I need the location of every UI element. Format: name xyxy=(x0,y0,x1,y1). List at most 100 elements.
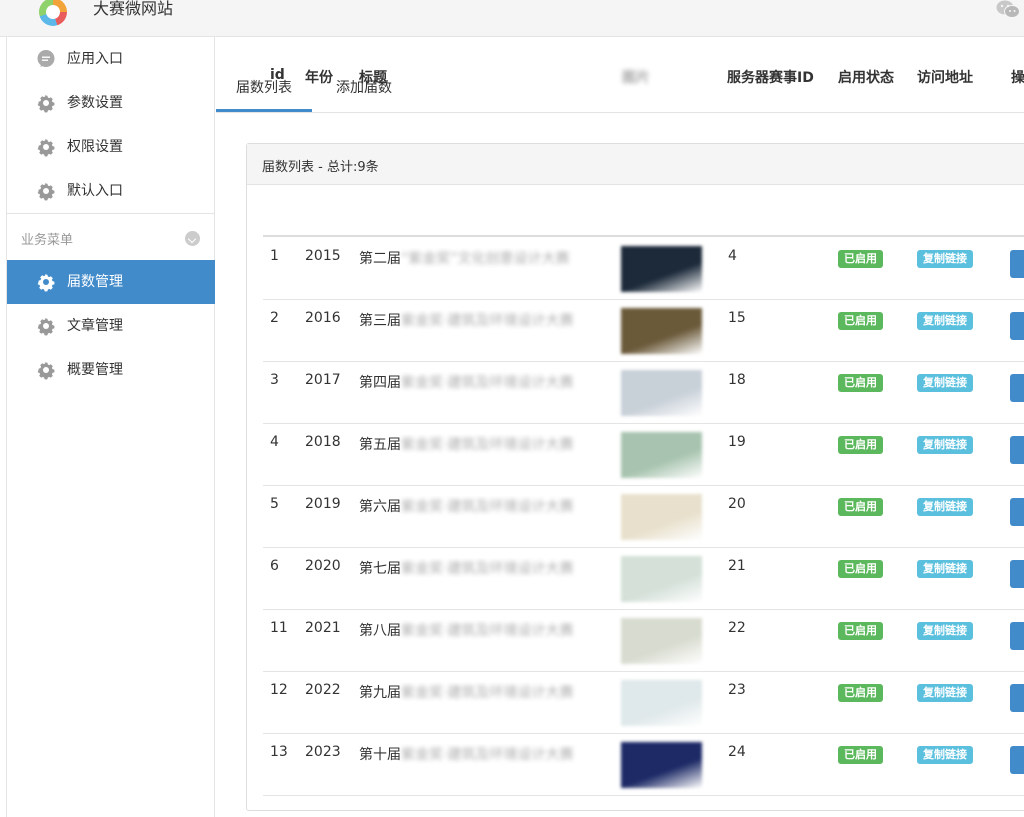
col-header-title: 标题 xyxy=(359,70,387,86)
cell-image[interactable] xyxy=(621,556,702,602)
copy-link-button[interactable]: 复制链接 xyxy=(917,560,973,578)
action-button[interactable] xyxy=(1010,312,1024,340)
col-header-id: id xyxy=(270,67,285,83)
copy-link-button[interactable]: 复制链接 xyxy=(917,312,973,330)
panel-header: 届数列表 - 总计:9条 xyxy=(247,144,1024,185)
table-row: 5 2019 第六届紫金奖·建筑及环境设计大赛 20 已启用 复制链接 xyxy=(263,486,1024,548)
cell-image[interactable] xyxy=(621,494,702,540)
cell-image[interactable] xyxy=(621,742,702,788)
cell-server-id: 20 xyxy=(728,496,746,512)
table-row: 6 2020 第七届紫金奖·建筑及环境设计大赛 21 已启用 复制链接 xyxy=(263,548,1024,610)
col-header-status: 启用状态 xyxy=(838,70,894,86)
cell-image[interactable] xyxy=(621,370,702,416)
action-button[interactable] xyxy=(1010,746,1024,774)
status-badge: 已启用 xyxy=(838,746,883,764)
copy-link-button[interactable]: 复制链接 xyxy=(917,436,973,454)
cell-image[interactable] xyxy=(621,432,702,478)
cell-year: 2016 xyxy=(305,310,341,326)
cell-title: 第十届紫金奖·建筑及环境设计大赛 xyxy=(359,744,604,764)
cell-image[interactable] xyxy=(621,618,702,664)
cell-image[interactable] xyxy=(621,246,702,292)
action-button[interactable] xyxy=(1010,498,1024,526)
cell-server-id: 24 xyxy=(728,744,746,760)
table-row: 3 2017 第四届紫金奖·建筑及环境设计大赛 18 已启用 复制链接 xyxy=(263,362,1024,424)
title-rest: 紫金奖·建筑及环境设计大赛 xyxy=(401,375,574,391)
cell-server-id: 4 xyxy=(728,248,737,264)
header-divider xyxy=(263,235,1024,237)
table-row: 4 2018 第五届紫金奖·建筑及环境设计大赛 19 已启用 复制链接 xyxy=(263,424,1024,486)
app-title: 大赛微网站 xyxy=(93,0,174,18)
title-rest: “紫金奖”文化创意设计大赛 xyxy=(401,251,570,267)
status-badge: 已启用 xyxy=(838,312,883,330)
cell-id: 3 xyxy=(270,372,279,388)
sidebar-item-label: 届数管理 xyxy=(67,274,123,290)
copy-link-button[interactable]: 复制链接 xyxy=(917,622,973,640)
title-rest: 紫金奖·建筑及环境设计大赛 xyxy=(401,685,574,701)
gear-icon xyxy=(36,316,56,336)
cell-title: 第五届紫金奖·建筑及环境设计大赛 xyxy=(359,434,604,454)
gear-icon xyxy=(36,93,56,113)
cell-title: 第九届紫金奖·建筑及环境设计大赛 xyxy=(359,682,604,702)
sidebar-item-biz_items-1[interactable]: 文章管理 xyxy=(7,304,215,348)
tab-bar: 届数列表 添加届数 xyxy=(216,70,1024,113)
title-prefix: 第九届 xyxy=(359,685,401,701)
cell-server-id: 23 xyxy=(728,682,746,698)
status-badge: 已启用 xyxy=(838,684,883,702)
cell-year: 2015 xyxy=(305,248,341,264)
cell-server-id: 19 xyxy=(728,434,746,450)
status-badge: 已启用 xyxy=(838,436,883,454)
title-prefix: 第七届 xyxy=(359,561,401,577)
cell-year: 2023 xyxy=(305,744,341,760)
copy-link-button[interactable]: 复制链接 xyxy=(917,374,973,392)
sidebar-item-biz_items-2[interactable]: 概要管理 xyxy=(7,348,215,392)
sidebar-item-items-3[interactable]: 默认入口 xyxy=(7,169,215,213)
sidebar-item-label: 文章管理 xyxy=(67,318,123,334)
sidebar-item-label: 概要管理 xyxy=(67,362,123,378)
copy-link-button[interactable]: 复制链接 xyxy=(917,746,973,764)
cell-title: 第七届紫金奖·建筑及环境设计大赛 xyxy=(359,558,604,578)
status-badge: 已启用 xyxy=(838,560,883,578)
sidebar-item-label: 应用入口 xyxy=(67,51,123,67)
action-button[interactable] xyxy=(1010,622,1024,650)
title-rest: 紫金奖·建筑及环境设计大赛 xyxy=(401,499,574,515)
cell-id: 6 xyxy=(270,558,279,574)
tab-list[interactable]: 届数列表 xyxy=(216,70,312,112)
cell-title: 第八届紫金奖·建筑及环境设计大赛 xyxy=(359,620,604,640)
title-prefix: 第六届 xyxy=(359,499,401,515)
wechat-icon[interactable] xyxy=(996,0,1020,18)
cell-id: 4 xyxy=(270,434,279,450)
table-row: 13 2023 第十届紫金奖·建筑及环境设计大赛 24 已启用 复制链接 xyxy=(263,734,1024,796)
action-button[interactable] xyxy=(1010,684,1024,712)
col-header-link: 访问地址 xyxy=(917,70,973,86)
table-row: 11 2021 第八届紫金奖·建筑及环境设计大赛 22 已启用 复制链接 xyxy=(263,610,1024,672)
action-button[interactable] xyxy=(1010,374,1024,402)
sidebar-item-items-0[interactable]: 应用入口 xyxy=(7,37,215,81)
cell-server-id: 15 xyxy=(728,310,746,326)
collapse-toggle-icon[interactable] xyxy=(185,231,200,246)
cell-image[interactable] xyxy=(621,308,702,354)
cell-year: 2018 xyxy=(305,434,341,450)
sidebar-item-items-2[interactable]: 权限设置 xyxy=(7,125,215,169)
copy-link-button[interactable]: 复制链接 xyxy=(917,684,973,702)
cell-server-id: 18 xyxy=(728,372,746,388)
cell-server-id: 22 xyxy=(728,620,746,636)
copy-link-button[interactable]: 复制链接 xyxy=(917,250,973,268)
action-button[interactable] xyxy=(1010,560,1024,588)
sidebar-item-biz_items-0[interactable]: 届数管理 xyxy=(7,260,215,304)
cell-id: 11 xyxy=(270,620,288,636)
cell-year: 2021 xyxy=(305,620,341,636)
col-header-server-id: 服务器赛事ID xyxy=(727,70,814,86)
cell-image[interactable] xyxy=(621,680,702,726)
title-prefix: 第十届 xyxy=(359,747,401,763)
table-row: 12 2022 第九届紫金奖·建筑及环境设计大赛 23 已启用 复制链接 xyxy=(263,672,1024,734)
gear-icon xyxy=(36,137,56,157)
copy-link-button[interactable]: 复制链接 xyxy=(917,498,973,516)
sidebar-item-label: 默认入口 xyxy=(67,183,123,199)
col-header-image: 图片 xyxy=(622,70,650,86)
title-prefix: 第八届 xyxy=(359,623,401,639)
sidebar-item-items-1[interactable]: 参数设置 xyxy=(7,81,215,125)
action-button[interactable] xyxy=(1010,250,1024,278)
title-rest: 紫金奖·建筑及环境设计大赛 xyxy=(401,437,574,453)
sidebar-divider xyxy=(7,213,215,214)
action-button[interactable] xyxy=(1010,436,1024,464)
